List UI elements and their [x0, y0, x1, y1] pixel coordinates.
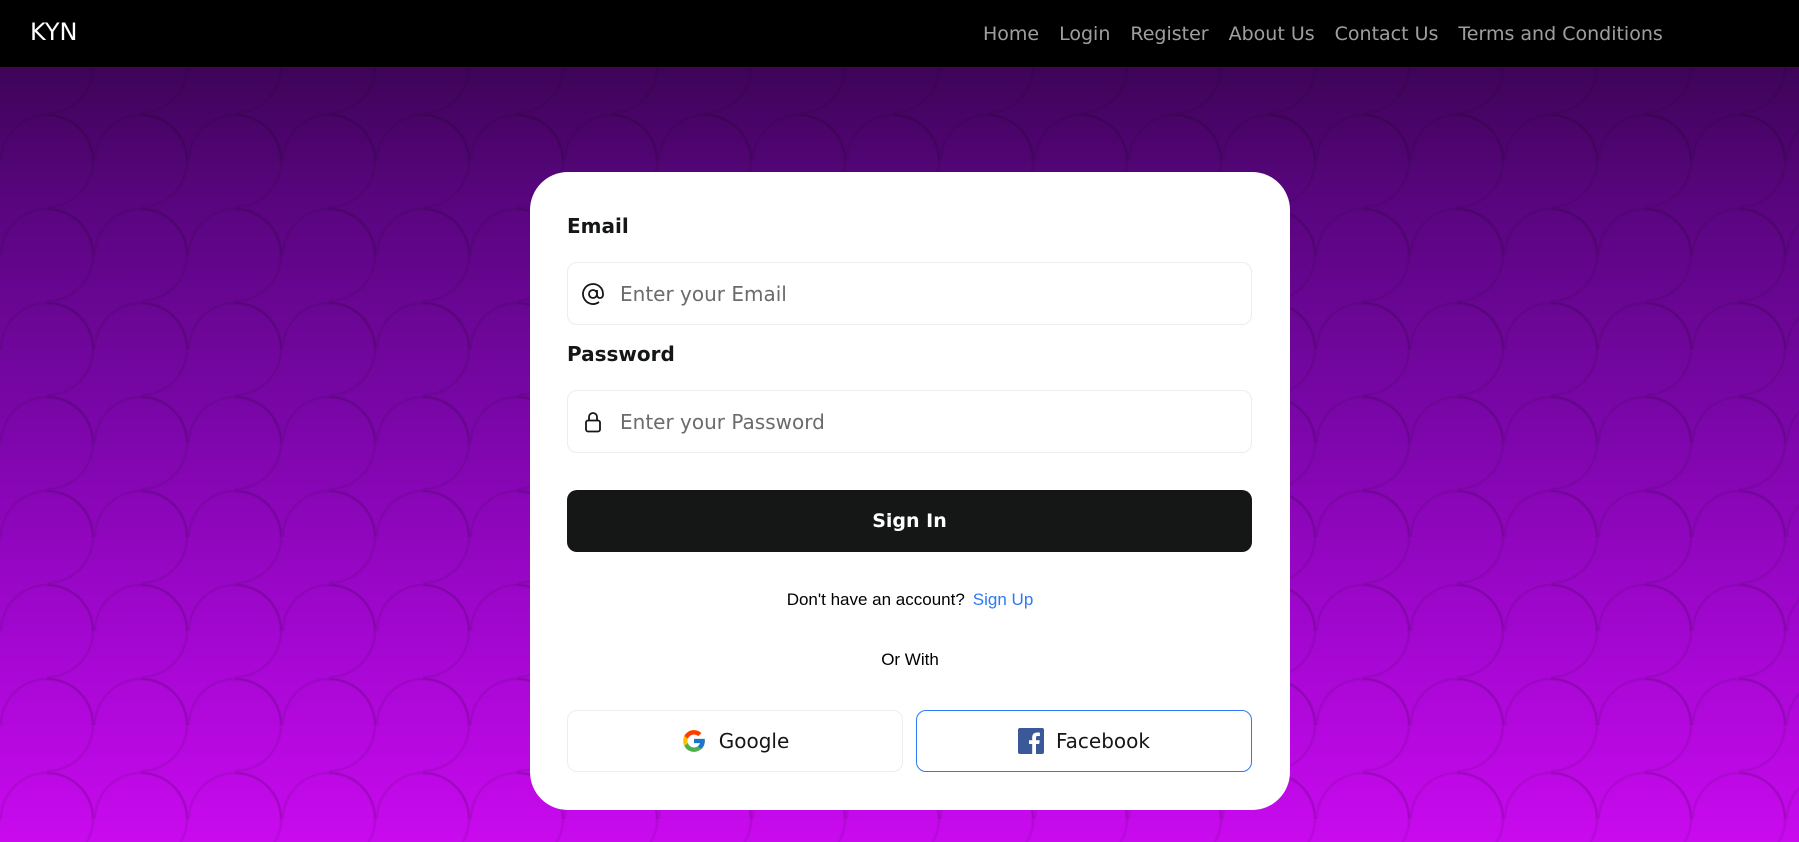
lock-icon [580, 409, 606, 435]
facebook-label: Facebook [1056, 729, 1150, 753]
email-field[interactable] [567, 262, 1252, 325]
facebook-button[interactable]: Facebook [916, 710, 1252, 772]
nav-links: Home Login Register About Us Contact Us … [983, 0, 1683, 67]
login-form-card: Email Password Sign In Don't have an acc… [530, 172, 1290, 810]
nav-link-about-us[interactable]: About Us [1229, 23, 1315, 45]
email-label: Email [567, 214, 629, 238]
signup-prompt: Don't have an account? Sign Up [530, 590, 1290, 610]
email-input[interactable] [620, 273, 1240, 314]
facebook-icon [1018, 728, 1044, 754]
brand-logo[interactable]: KYN [30, 18, 78, 46]
google-button[interactable]: Google [567, 710, 903, 772]
google-icon [681, 728, 707, 754]
sign-in-button[interactable]: Sign In [567, 490, 1252, 552]
password-field[interactable] [567, 390, 1252, 453]
sign-up-link[interactable]: Sign Up [973, 590, 1033, 609]
at-icon [580, 281, 606, 307]
nav-link-home[interactable]: Home [983, 23, 1039, 45]
or-with-text: Or With [881, 650, 939, 669]
nav-link-register[interactable]: Register [1130, 23, 1208, 45]
nav-link-terms[interactable]: Terms and Conditions [1458, 23, 1662, 45]
password-input[interactable] [620, 401, 1240, 442]
nav-link-contact-us[interactable]: Contact Us [1335, 23, 1439, 45]
no-account-text: Don't have an account? [786, 590, 965, 609]
navbar: KYN Home Login Register About Us Contact… [0, 0, 1799, 67]
nav-link-login[interactable]: Login [1059, 23, 1110, 45]
password-label: Password [567, 342, 675, 366]
google-label: Google [718, 729, 790, 753]
